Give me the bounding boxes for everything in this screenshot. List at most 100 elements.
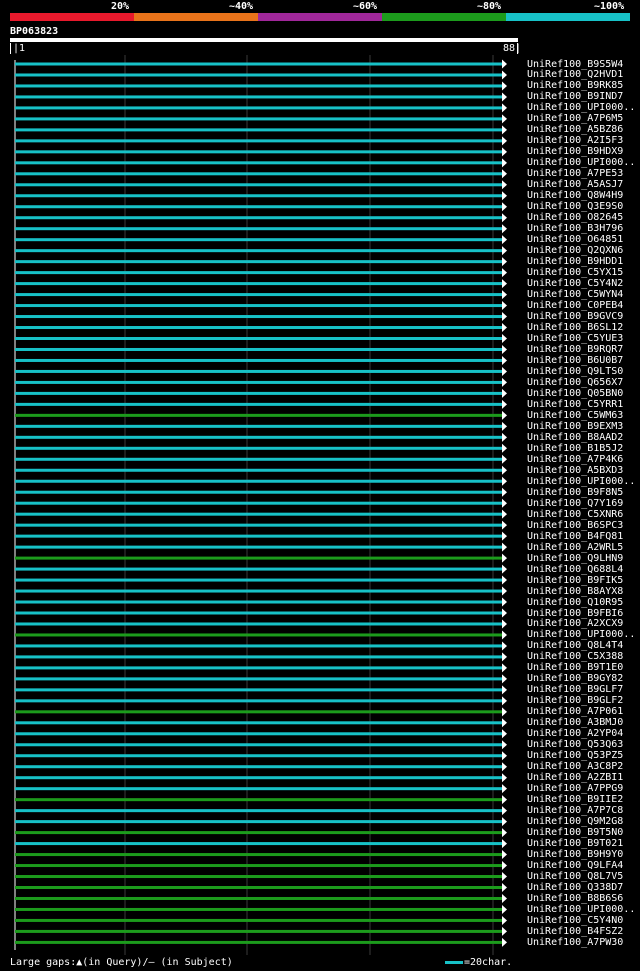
hit-label[interactable]: UniRef100_B9T1E0 [527, 662, 623, 673]
hit-row[interactable] [15, 454, 507, 464]
hit-bar[interactable] [15, 128, 502, 132]
hit-label[interactable]: UniRef100_C5Y4N0 [527, 915, 623, 926]
hit-label[interactable]: UniRef100_A2I5F3 [527, 135, 623, 146]
hit-row[interactable] [15, 421, 507, 431]
hit-row[interactable] [15, 432, 507, 442]
hit-bar[interactable] [15, 567, 502, 571]
hit-bar[interactable] [15, 282, 502, 286]
hit-bar[interactable] [15, 435, 502, 439]
hit-label[interactable]: UniRef100_B6SPC3 [527, 520, 623, 531]
hit-bar[interactable] [15, 501, 502, 505]
hit-row[interactable] [15, 169, 507, 179]
hit-row[interactable] [15, 630, 507, 640]
hit-label[interactable]: UniRef100_B9T5N0 [527, 827, 623, 838]
hit-row[interactable] [15, 443, 507, 453]
hit-label[interactable]: UniRef100_B9RK85 [527, 80, 623, 91]
hit-label[interactable]: UniRef100_UPI000.. [527, 157, 635, 168]
hit-row[interactable] [15, 59, 507, 69]
hit-label[interactable]: UniRef100_Q338D7 [527, 882, 623, 893]
hit-bar[interactable] [15, 326, 502, 330]
hit-row[interactable] [15, 586, 507, 596]
hit-bar[interactable] [15, 84, 502, 88]
hit-bar[interactable] [15, 402, 502, 406]
hit-bar[interactable] [15, 820, 502, 824]
hit-row[interactable] [15, 926, 507, 936]
hit-bar[interactable] [15, 391, 502, 395]
hit-row[interactable] [15, 213, 507, 223]
hit-bar[interactable] [15, 216, 502, 220]
hit-row[interactable] [15, 520, 507, 530]
hit-label[interactable]: UniRef100_C5YUE3 [527, 333, 623, 344]
hit-label[interactable]: UniRef100_Q2QXN6 [527, 245, 623, 256]
hit-bar[interactable] [15, 424, 502, 428]
hit-label[interactable]: UniRef100_A2YP04 [527, 728, 623, 739]
hit-row[interactable] [15, 114, 507, 124]
hit-label[interactable]: UniRef100_Q8L4T4 [527, 640, 623, 651]
hit-bar[interactable] [15, 875, 502, 879]
hit-row[interactable] [15, 257, 507, 267]
hit-bar[interactable] [15, 765, 502, 769]
hit-label[interactable]: UniRef100_B9FBI6 [527, 608, 623, 619]
hit-bar[interactable] [15, 864, 502, 868]
hit-row[interactable] [15, 81, 507, 91]
hit-bar[interactable] [15, 249, 502, 253]
hit-label[interactable]: UniRef100_B9GLF7 [527, 684, 623, 695]
hit-label[interactable]: UniRef100_Q53Q63 [527, 739, 623, 750]
hit-row[interactable] [15, 893, 507, 903]
hit-label[interactable]: UniRef100_Q9LTS0 [527, 366, 623, 377]
hit-row[interactable] [15, 542, 507, 552]
hit-label[interactable]: UniRef100_A7PPG9 [527, 783, 623, 794]
hit-bar[interactable] [15, 721, 502, 725]
hit-row[interactable] [15, 762, 507, 772]
hit-row[interactable] [15, 553, 507, 563]
hit-label[interactable]: UniRef100_Q2HVD1 [527, 69, 623, 80]
hit-row[interactable] [15, 399, 507, 409]
hit-row[interactable] [15, 718, 507, 728]
hit-row[interactable] [15, 696, 507, 706]
hit-bar[interactable] [15, 315, 502, 319]
hit-row[interactable] [15, 498, 507, 508]
hit-bar[interactable] [15, 73, 502, 77]
hit-label[interactable]: UniRef100_Q688L4 [527, 564, 623, 575]
hit-bar[interactable] [15, 172, 502, 176]
hit-row[interactable] [15, 509, 507, 519]
hit-row[interactable] [15, 597, 507, 607]
hit-row[interactable] [15, 663, 507, 673]
hit-label[interactable]: UniRef100_B9IND7 [527, 91, 623, 102]
hit-bar[interactable] [15, 139, 502, 143]
hit-bar[interactable] [15, 611, 502, 615]
hit-bar[interactable] [15, 677, 502, 681]
hit-row[interactable] [15, 904, 507, 914]
hit-row[interactable] [15, 773, 507, 783]
hit-bar[interactable] [15, 655, 502, 659]
hit-label[interactable]: UniRef100_C5Y4N2 [527, 278, 623, 289]
hit-label[interactable]: UniRef100_A7P7C8 [527, 805, 623, 816]
hit-row[interactable] [15, 729, 507, 739]
hit-bar[interactable] [15, 106, 502, 110]
hit-label[interactable]: UniRef100_B6U0B7 [527, 355, 623, 366]
hit-bar[interactable] [15, 886, 502, 889]
hit-label[interactable]: UniRef100_A5BZ86 [527, 124, 623, 135]
hit-label[interactable]: UniRef100_B1B5J2 [527, 443, 623, 454]
hit-label[interactable]: UniRef100_B9EXM3 [527, 421, 623, 432]
hit-bar[interactable] [15, 754, 502, 758]
hit-label[interactable]: UniRef100_A5ASJ7 [527, 179, 623, 190]
hit-row[interactable] [15, 674, 507, 684]
hit-bar[interactable] [15, 907, 502, 911]
hit-row[interactable] [15, 740, 507, 750]
hit-label[interactable]: UniRef100_Q7Y169 [527, 498, 623, 509]
hit-row[interactable] [15, 828, 507, 838]
hit-row[interactable] [15, 861, 507, 871]
hit-bar[interactable] [15, 787, 502, 791]
hit-bar[interactable] [15, 523, 502, 527]
hit-label[interactable]: UniRef100_C5XNR6 [527, 509, 623, 520]
hit-label[interactable]: UniRef100_C0PEB4 [527, 300, 623, 311]
hit-label[interactable]: UniRef100_A3C8P2 [527, 761, 623, 772]
hit-bar[interactable] [15, 446, 502, 450]
hit-label[interactable]: UniRef100_Q9LHN9 [527, 553, 623, 564]
hit-label[interactable]: UniRef100_B6SL12 [527, 322, 623, 333]
hit-label[interactable]: UniRef100_B9T021 [527, 838, 623, 849]
hit-row[interactable] [15, 641, 507, 651]
hit-row[interactable] [15, 476, 507, 486]
hit-label[interactable]: UniRef100_B9HDD1 [527, 256, 623, 267]
